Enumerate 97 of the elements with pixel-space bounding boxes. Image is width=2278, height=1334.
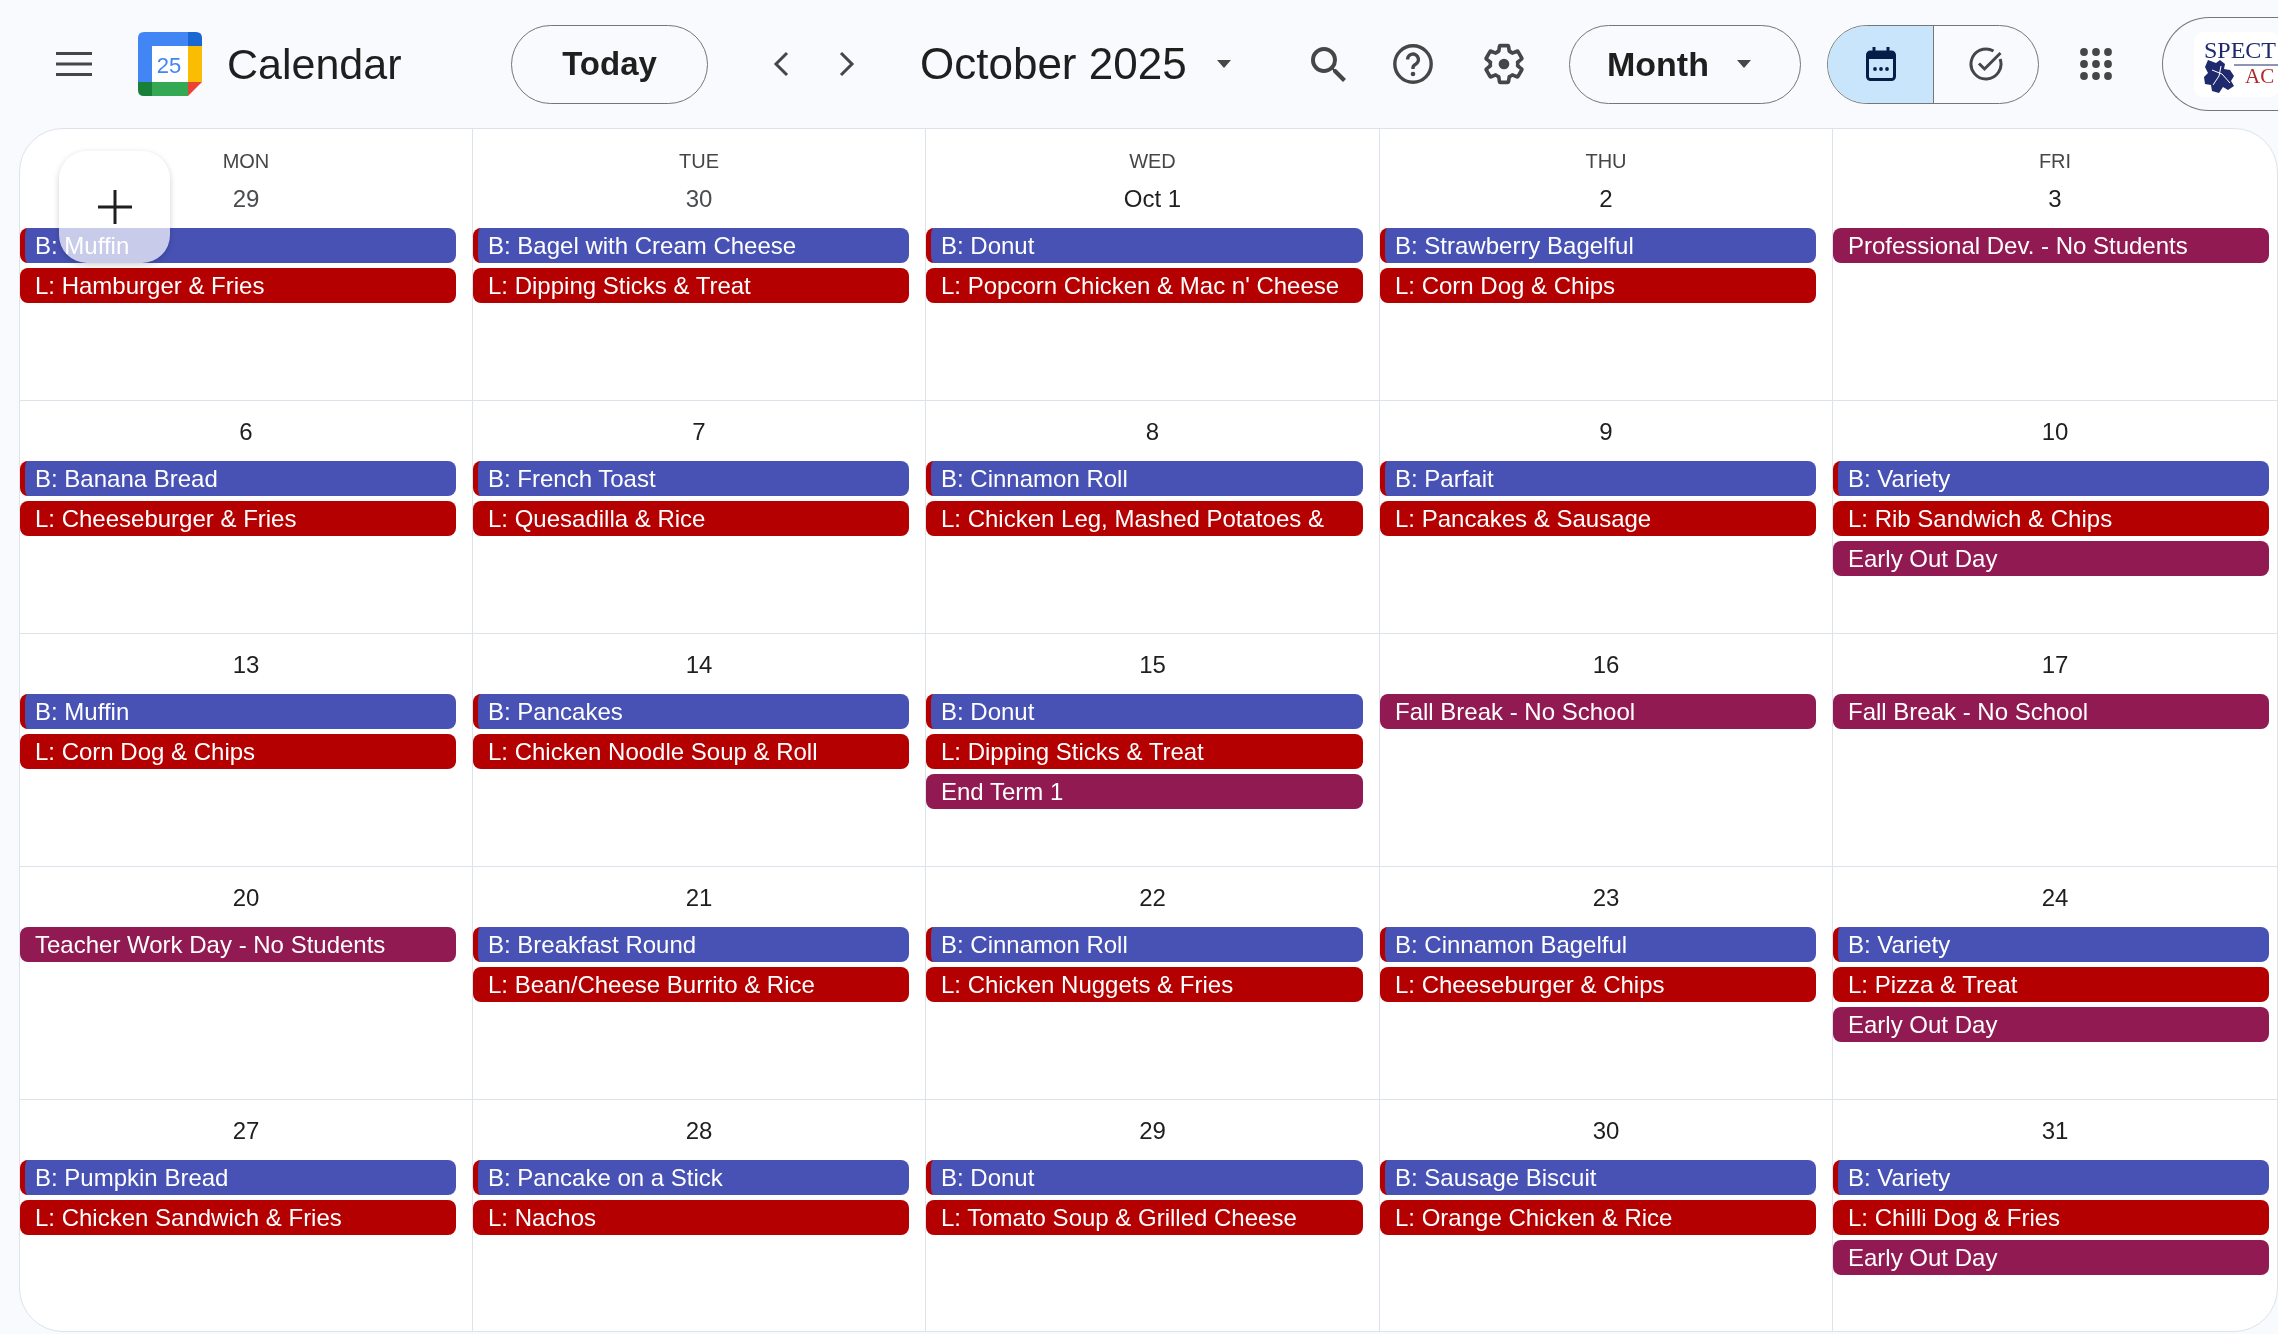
calendar-event[interactable]: B: Donut (926, 228, 1363, 263)
calendar-event[interactable]: L: Chicken Noodle Soup & Roll (473, 734, 909, 769)
day-number[interactable]: 6 (239, 417, 253, 447)
day-number[interactable]: 16 (1592, 650, 1620, 680)
settings-icon[interactable] (1484, 43, 1524, 85)
day-number[interactable]: 20 (232, 883, 260, 913)
calendar-event[interactable]: B: Cinnamon Bagelful (1380, 927, 1816, 962)
day-number[interactable]: 17 (2041, 650, 2069, 680)
create-button[interactable] (59, 151, 170, 263)
day-number[interactable]: 3 (2048, 184, 2062, 214)
calendar-view-button[interactable] (1828, 25, 1933, 103)
calendar-event[interactable]: B: Sausage Biscuit (1380, 1160, 1816, 1195)
calendar-event[interactable]: L: Corn Dog & Chips (20, 734, 456, 769)
day-number[interactable]: 22 (1139, 883, 1166, 913)
month-title[interactable]: October 2025 (920, 38, 1187, 90)
day-number[interactable]: 27 (232, 1116, 260, 1146)
chevron-left-icon[interactable] (772, 51, 790, 77)
calendar-event[interactable]: L: Hamburger & Fries (20, 268, 456, 303)
apps-grid-icon[interactable] (2080, 48, 2112, 80)
calendar-event[interactable]: L: Cheeseburger & Fries (20, 501, 456, 536)
caret-down-icon (1736, 60, 1751, 68)
calendar-event[interactable]: B: Pancake on a Stick (473, 1160, 909, 1195)
calendar-event[interactable]: B: French Toast (473, 461, 909, 496)
day-number[interactable]: 8 (1145, 417, 1160, 447)
calendar-event[interactable]: L: Dipping Sticks & Treat (473, 268, 909, 303)
calendar-event[interactable]: L: Rib Sandwich & Chips (1833, 501, 2269, 536)
day-number[interactable]: 21 (685, 883, 713, 913)
calendar-event[interactable]: L: Cheeseburger & Chips (1380, 967, 1816, 1002)
calendar-event[interactable]: L: Quesadilla & Rice (473, 501, 909, 536)
day-number[interactable]: 28 (685, 1116, 713, 1146)
calendar-event[interactable]: L: Nachos (473, 1200, 909, 1235)
day-number[interactable]: 30 (1592, 1116, 1620, 1146)
weekday-label: MON (222, 149, 270, 173)
day-number[interactable]: 29 (232, 184, 260, 214)
calendar-event[interactable]: L: Pancakes & Sausage (1380, 501, 1816, 536)
day-number[interactable]: 15 (1139, 650, 1166, 680)
day-number[interactable]: 31 (2041, 1116, 2069, 1146)
calendar-event[interactable]: B: Pumpkin Bread (20, 1160, 456, 1195)
calendar-event[interactable]: Professional Dev. - No Students (1833, 228, 2269, 263)
chevron-right-icon[interactable] (838, 51, 856, 77)
day-number[interactable]: 14 (685, 650, 713, 680)
weekday-label: THU (1585, 149, 1627, 173)
weekday-label: FRI (2038, 149, 2072, 173)
calendar-event[interactable]: B: Breakfast Round (473, 927, 909, 962)
calendar-event[interactable]: B: Pancakes (473, 694, 909, 729)
calendar-event[interactable]: End Term 1 (926, 774, 1363, 809)
day-number[interactable]: 7 (692, 417, 706, 447)
menu-icon[interactable] (56, 52, 92, 76)
calendar-event[interactable]: B: Banana Bread (20, 461, 456, 496)
day-number[interactable]: 2 (1599, 184, 1613, 214)
calendar-event[interactable]: B: Variety (1833, 927, 2269, 962)
day-number[interactable]: 24 (2041, 883, 2069, 913)
calendar-event[interactable]: B: Variety (1833, 1160, 2269, 1195)
calendar-event[interactable]: Teacher Work Day - No Students (20, 927, 456, 962)
calendar-event[interactable]: L: Dipping Sticks & Treat (926, 734, 1363, 769)
calendar-event[interactable]: Early Out Day (1833, 1007, 2269, 1042)
calendar-event[interactable]: L: Chicken Leg, Mashed Potatoes & (926, 501, 1363, 536)
calendar-event[interactable]: B: Variety (1833, 461, 2269, 496)
calendar-event[interactable]: B: Muffin (20, 694, 456, 729)
calendar-event[interactable]: L: Bean/Cheese Burrito & Rice (473, 967, 909, 1002)
calendar-event[interactable]: B: Bagel with Cream Cheese (473, 228, 909, 263)
calendar-event[interactable]: L: Chicken Nuggets & Fries (926, 967, 1363, 1002)
check-circle-icon (1969, 47, 2003, 81)
weekday-label: WED (1129, 149, 1176, 173)
calendar-logo: 25 (138, 32, 202, 96)
calendar-event[interactable]: L: Corn Dog & Chips (1380, 268, 1816, 303)
calendar-event[interactable]: Early Out Day (1833, 541, 2269, 576)
calendar-event[interactable]: B: Cinnamon Roll (926, 927, 1363, 962)
calendar-event[interactable]: L: Popcorn Chicken & Mac n' Cheese (926, 268, 1363, 303)
day-number[interactable]: 30 (685, 184, 713, 214)
calendar-event[interactable]: B: Parfait (1380, 461, 1816, 496)
calendar-event[interactable]: B: Cinnamon Roll (926, 461, 1363, 496)
calendar-event[interactable]: L: Tomato Soup & Grilled Cheese (926, 1200, 1363, 1235)
calendar-icon (1865, 47, 1896, 81)
day-number[interactable]: Oct 1 (1123, 184, 1182, 214)
calendar-event[interactable]: B: Donut (926, 694, 1363, 729)
calendar-event[interactable]: Fall Break - No School (1833, 694, 2269, 729)
help-icon[interactable] (1393, 44, 1433, 84)
search-icon[interactable] (1311, 46, 1346, 82)
day-number[interactable]: 10 (2041, 417, 2069, 447)
calendar-event[interactable]: B: Strawberry Bagelful (1380, 228, 1816, 263)
caret-down-icon[interactable] (1217, 60, 1231, 68)
day-number[interactable]: 13 (232, 650, 260, 680)
organization-logo: SPECT AC (2194, 31, 2278, 97)
calendar-event[interactable]: L: Pizza & Treat (1833, 967, 2269, 1002)
calendar-event[interactable]: Early Out Day (1833, 1240, 2269, 1275)
day-number[interactable]: 29 (1139, 1116, 1166, 1146)
day-number[interactable]: 23 (1592, 883, 1620, 913)
calendar-event[interactable]: L: Orange Chicken & Rice (1380, 1200, 1816, 1235)
weekday-label: TUE (679, 149, 719, 173)
calendar-event[interactable]: L: Chilli Dog & Fries (1833, 1200, 2269, 1235)
plus-icon (97, 190, 132, 224)
calendar-event[interactable]: L: Chicken Sandwich & Fries (20, 1200, 456, 1235)
app-title: Calendar (227, 39, 402, 90)
day-number[interactable]: 9 (1599, 417, 1613, 447)
calendar-event[interactable]: B: Donut (926, 1160, 1363, 1195)
calendar-event[interactable]: Fall Break - No School (1380, 694, 1816, 729)
